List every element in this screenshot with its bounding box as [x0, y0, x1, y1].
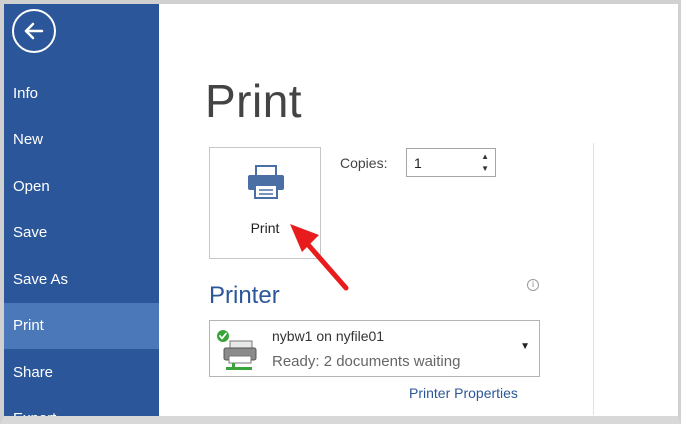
printer-section-heading: Printer	[209, 282, 280, 309]
copies-stepper[interactable]: 1 ▲ ▼	[406, 148, 496, 177]
network-printer-icon	[217, 330, 257, 370]
annotation-arrow-icon	[290, 224, 349, 291]
info-icon[interactable]: i	[527, 279, 539, 291]
spinner-up-icon[interactable]: ▲	[481, 152, 489, 161]
printer-status: Ready: 2 documents waiting	[272, 353, 461, 370]
printer-name: nybw1 on nyfile01	[272, 328, 385, 344]
sidebar-item-export[interactable]: Export	[4, 396, 159, 416]
sidebar-item-share[interactable]: Share	[4, 350, 159, 396]
backstage-sidebar: Info New Open Save Save As Print Share E…	[4, 4, 159, 416]
printer-dropdown[interactable]: nybw1 on nyfile01 Ready: 2 documents wai…	[209, 320, 540, 377]
sidebar-item-new[interactable]: New	[4, 117, 159, 163]
sidebar-item-open[interactable]: Open	[4, 164, 159, 210]
back-button[interactable]	[12, 9, 56, 53]
sidebar-item-save-as[interactable]: Save As	[4, 257, 159, 303]
vertical-divider	[593, 143, 594, 415]
sidebar-item-info[interactable]: Info	[4, 71, 159, 117]
chevron-down-icon: ▼	[520, 341, 530, 352]
back-arrow-icon	[24, 22, 44, 40]
copies-label: Copies:	[340, 155, 388, 171]
sidebar-item-save[interactable]: Save	[4, 210, 159, 256]
sidebar-item-print[interactable]: Print	[4, 303, 159, 349]
printer-properties-link[interactable]: Printer Properties	[409, 385, 518, 401]
page-title: Print	[205, 75, 303, 127]
spinner-down-icon[interactable]: ▼	[481, 164, 489, 173]
printer-icon	[248, 165, 284, 199]
copies-value: 1	[414, 155, 422, 171]
